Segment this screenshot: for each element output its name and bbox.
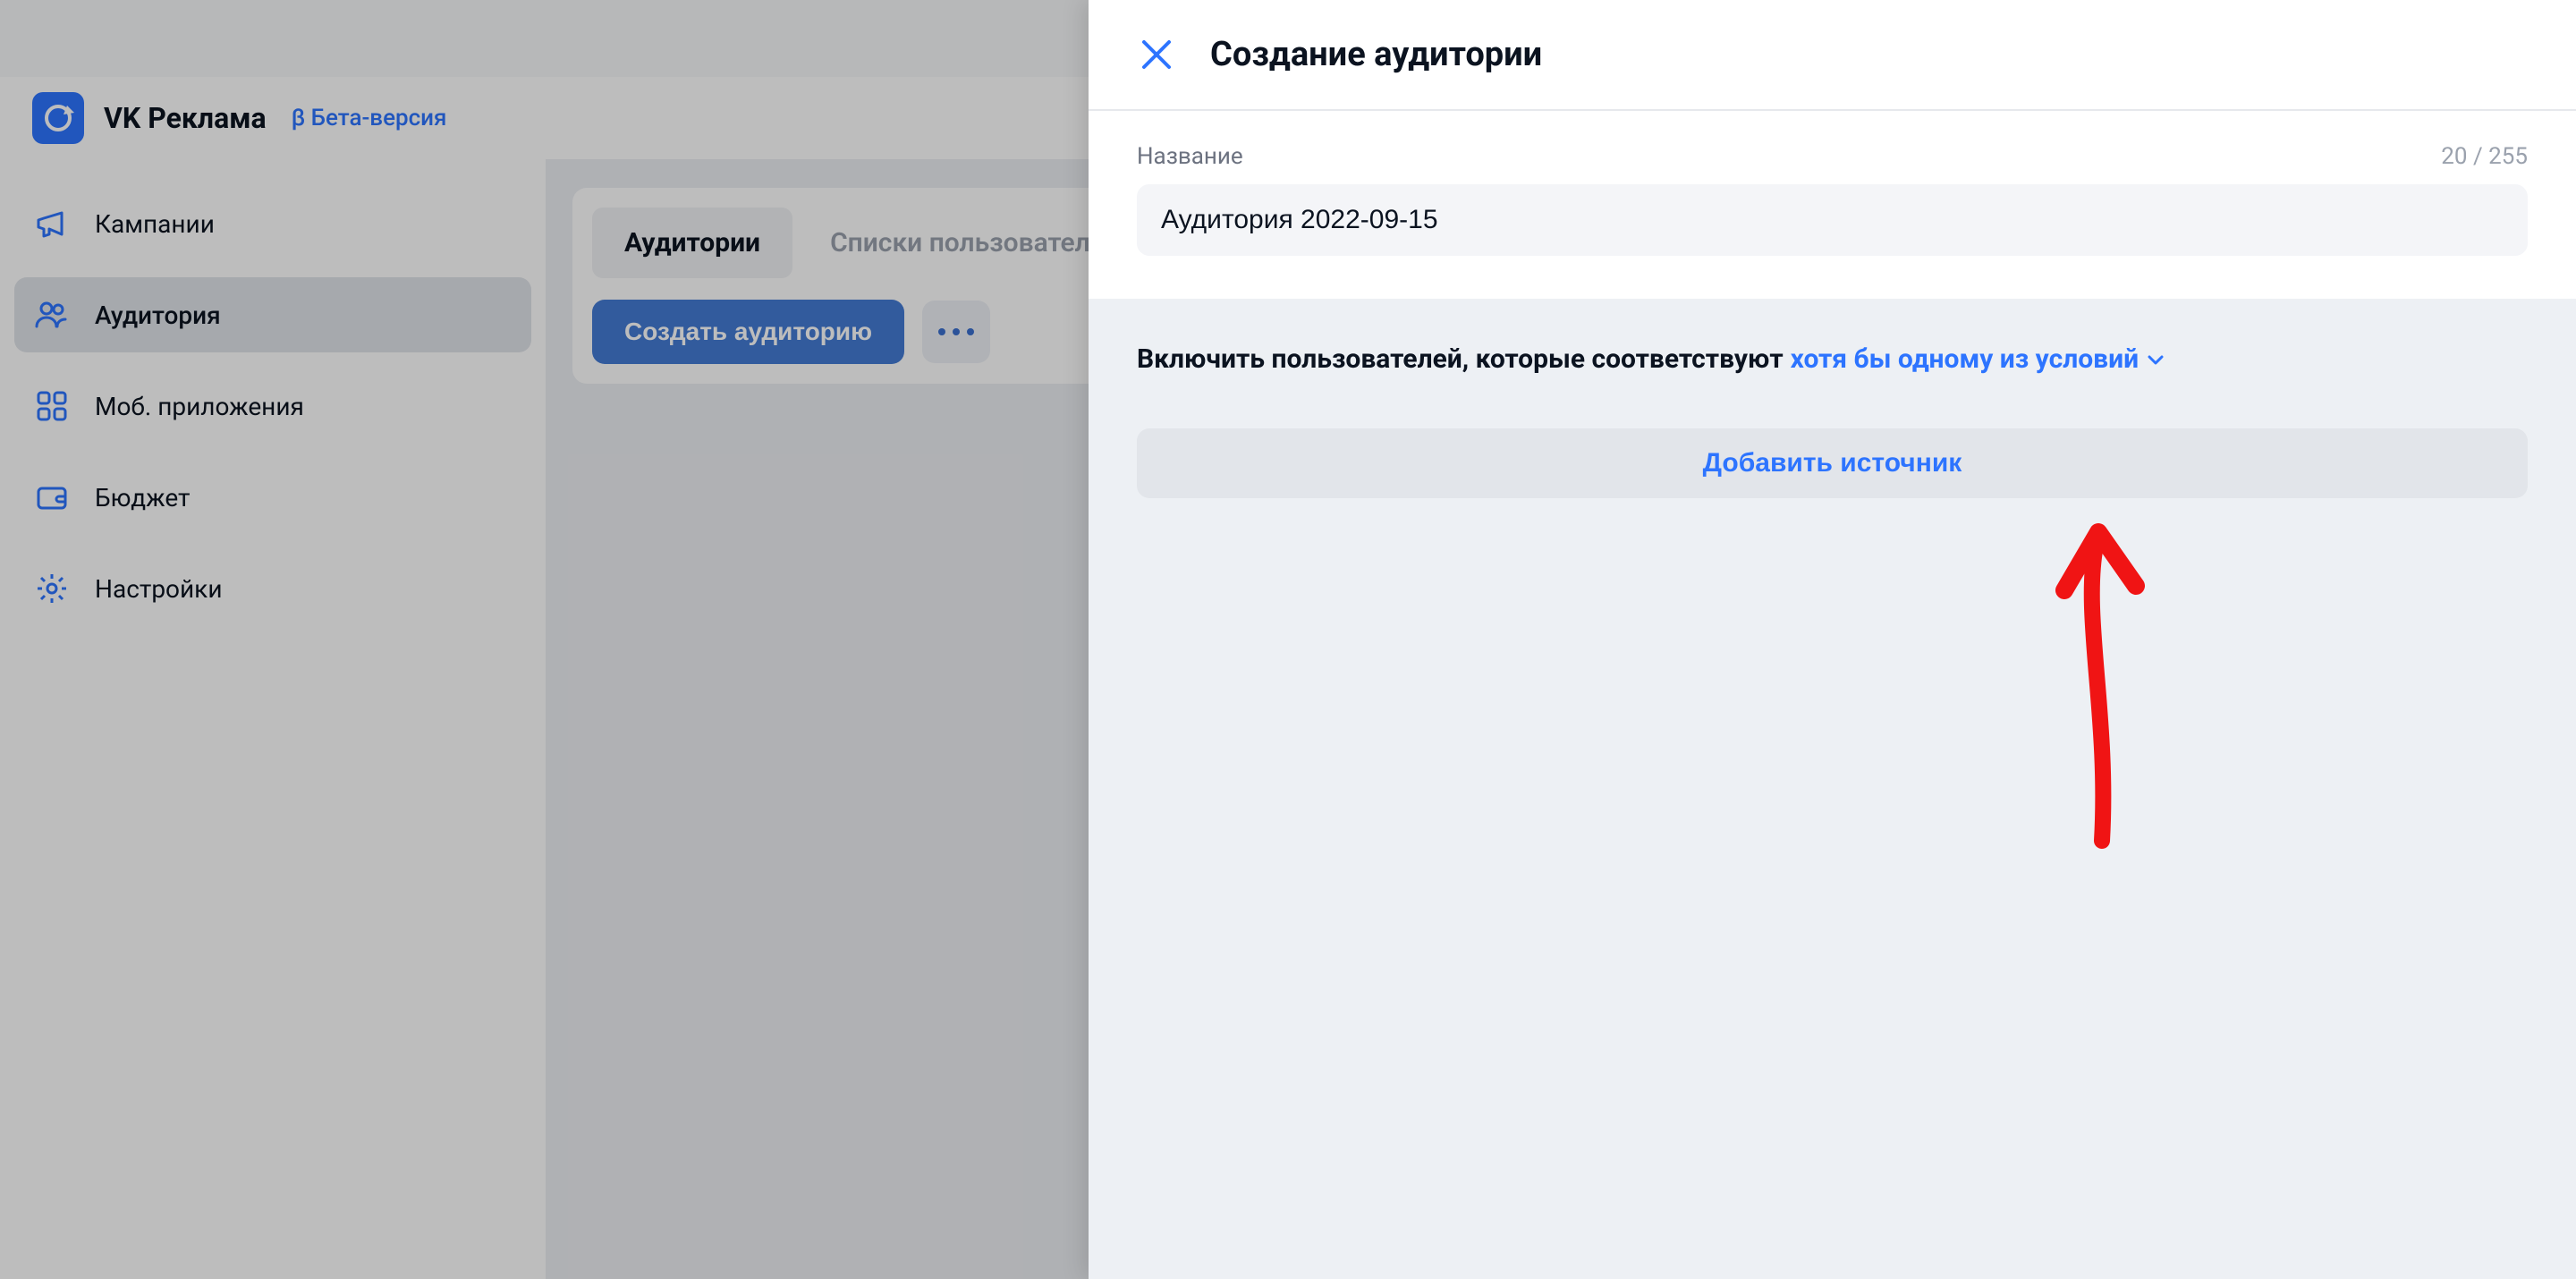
megaphone-icon — [34, 206, 70, 241]
name-char-counter: 20 / 255 — [2441, 143, 2528, 170]
sidebar-item-label: Бюджет — [95, 483, 191, 512]
sidebar: Кампании Аудитория Моб. приложения Бюдже… — [0, 159, 546, 1279]
apps-grid-icon — [34, 388, 70, 424]
panel-name-section: Название 20 / 255 — [1089, 111, 2576, 299]
brand-logo-icon — [32, 92, 84, 144]
tab-audiences[interactable]: Аудитории — [592, 208, 792, 278]
condition-dropdown[interactable]: хотя бы одному из условий — [1791, 343, 2165, 375]
beta-label: β Бета-версия — [292, 105, 447, 131]
more-actions-button[interactable] — [922, 301, 990, 363]
sidebar-item-label: Моб. приложения — [95, 392, 304, 421]
sidebar-item-campaigns[interactable]: Кампании — [14, 186, 531, 261]
sidebar-item-mobile-apps[interactable]: Моб. приложения — [14, 368, 531, 444]
audience-name-input[interactable] — [1137, 184, 2528, 256]
create-audience-panel: Создание аудитории Название 20 / 255 Вкл… — [1089, 0, 2576, 1279]
close-panel-button[interactable] — [1137, 35, 1176, 74]
gear-icon — [34, 571, 70, 606]
dots-icon — [938, 328, 974, 335]
wallet-icon — [34, 479, 70, 515]
panel-header: Создание аудитории — [1089, 0, 2576, 111]
chevron-down-icon — [2146, 350, 2165, 369]
sidebar-item-audience[interactable]: Аудитория — [14, 277, 531, 352]
sidebar-item-budget[interactable]: Бюджет — [14, 460, 531, 535]
sidebar-item-label: Настройки — [95, 574, 222, 604]
sidebar-item-settings[interactable]: Настройки — [14, 551, 531, 626]
sidebar-item-label: Аудитория — [95, 301, 221, 330]
sidebar-item-label: Кампании — [95, 209, 215, 239]
panel-title: Создание аудитории — [1210, 35, 1542, 74]
add-source-button[interactable]: Добавить источник — [1137, 428, 2528, 498]
panel-rules-section: Включить пользователей, которые соответс… — [1089, 299, 2576, 1279]
include-rule-text: Включить пользователей, которые соответс… — [1137, 343, 2528, 375]
users-icon — [34, 297, 70, 333]
brand-name: VK Реклама — [104, 101, 267, 135]
name-field-label: Название — [1137, 143, 1243, 170]
create-audience-button[interactable]: Создать аудиторию — [592, 300, 904, 364]
